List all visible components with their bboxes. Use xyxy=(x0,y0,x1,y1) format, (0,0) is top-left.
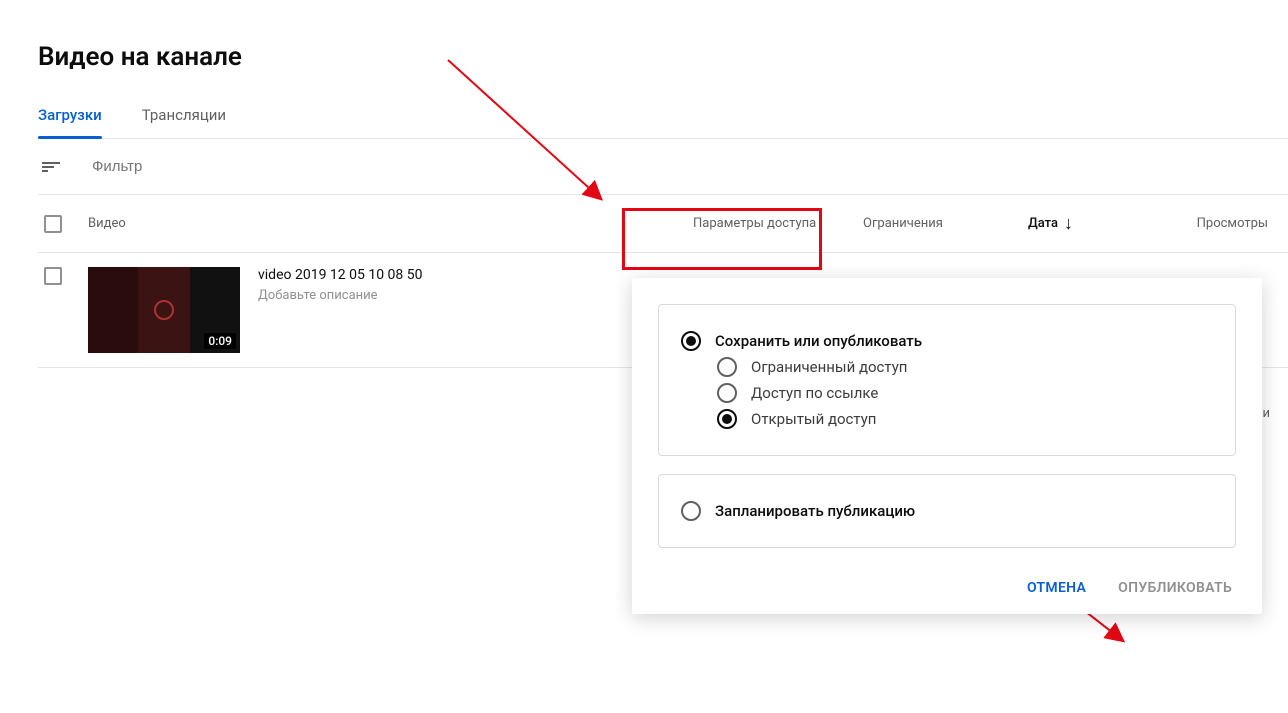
column-video: Видео xyxy=(88,216,693,231)
option-save-or-publish[interactable]: Сохранить или опубликовать xyxy=(681,331,1213,351)
option-label: Ограниченный доступ xyxy=(751,358,907,376)
video-description-placeholder[interactable]: Добавьте описание xyxy=(258,288,422,303)
cancel-button[interactable]: ОТМЕНА xyxy=(1027,580,1086,596)
radio-icon xyxy=(681,501,701,521)
tab-live[interactable]: Трансляции xyxy=(142,98,226,138)
column-date-label: Дата xyxy=(1028,216,1058,231)
radio-icon xyxy=(717,383,737,403)
column-restrictions[interactable]: Ограничения xyxy=(863,216,1028,231)
option-label: Доступ по ссылке xyxy=(751,384,878,402)
row-checkbox[interactable] xyxy=(44,267,62,285)
filter-row xyxy=(38,139,1288,195)
option-label: Сохранить или опубликовать xyxy=(715,332,922,350)
video-duration: 0:09 xyxy=(204,333,236,349)
video-title[interactable]: video 2019 12 05 10 08 50 xyxy=(258,267,422,283)
column-views[interactable]: Просмотры xyxy=(1178,216,1288,231)
video-thumbnail[interactable]: 0:09 xyxy=(88,267,240,353)
table-header: Видео Параметры доступа Ограничения Дата… xyxy=(38,195,1288,253)
filter-icon[interactable] xyxy=(42,162,66,172)
radio-icon xyxy=(681,331,701,351)
tab-uploads[interactable]: Загрузки xyxy=(38,98,102,138)
option-label: Открытый доступ xyxy=(751,410,876,428)
radio-icon xyxy=(717,357,737,377)
publish-button[interactable]: ОПУБЛИКОВАТЬ xyxy=(1118,580,1232,596)
column-access[interactable]: Параметры доступа xyxy=(693,216,863,231)
option-label: Запланировать публикацию xyxy=(715,502,915,520)
column-date[interactable]: Дата ↓ xyxy=(1028,216,1178,231)
option-schedule[interactable]: Запланировать публикацию xyxy=(681,501,1213,521)
filter-input[interactable] xyxy=(92,158,1288,175)
radio-icon xyxy=(717,409,737,429)
option-private[interactable]: Ограниченный доступ xyxy=(717,357,1213,377)
option-public[interactable]: Открытый доступ xyxy=(717,409,1213,429)
select-all-checkbox[interactable] xyxy=(44,215,62,233)
option-unlisted[interactable]: Доступ по ссылке xyxy=(717,383,1213,403)
truncated-text: и xyxy=(1262,406,1270,421)
visibility-popup: Сохранить или опубликовать Ограниченный … xyxy=(632,278,1262,614)
page-title: Видео на канале xyxy=(38,0,1288,98)
tabs: Загрузки Трансляции xyxy=(38,98,1288,139)
